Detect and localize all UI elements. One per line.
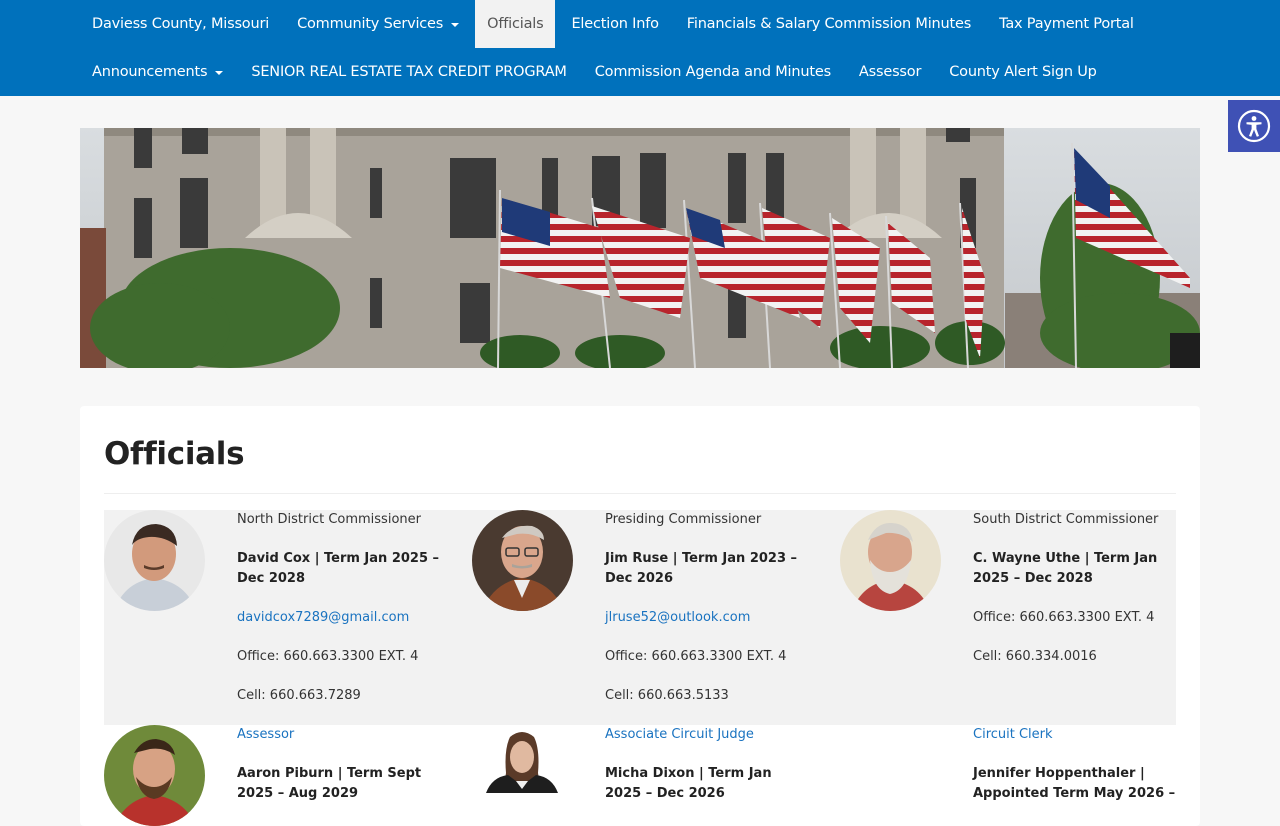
official-role: North District Commissioner xyxy=(237,512,421,527)
avatar xyxy=(840,510,941,611)
official-info: North District Commissioner David Cox | … xyxy=(237,510,442,725)
content-card: Officials North District Commissioner Da… xyxy=(80,406,1200,826)
official-name: Jennifer Hoppenthaler | Appointed Term M… xyxy=(973,766,1176,801)
main-navigation: Daviess County, Missouri Community Servi… xyxy=(0,0,1280,96)
chevron-down-icon xyxy=(215,71,224,75)
title-divider xyxy=(104,493,1176,494)
avatar xyxy=(472,725,573,826)
official-role-link[interactable]: Circuit Clerk xyxy=(973,725,1178,745)
official-info: South District Commissioner C. Wayne Uth… xyxy=(973,510,1178,686)
nav-item-label: Financials & Salary Commission Minutes xyxy=(686,16,972,32)
nav-item-officials[interactable]: Officials xyxy=(475,0,556,48)
nav-item-label: County Alert Sign Up xyxy=(949,64,1097,80)
nav-row-1: Daviess County, Missouri Community Servi… xyxy=(80,0,1146,48)
official-name: David Cox | Term Jan 2025 – Dec 2028 xyxy=(237,551,440,586)
nav-item-home[interactable]: Daviess County, Missouri xyxy=(80,0,281,48)
official-info: Assessor Aaron Piburn | Term Sept 2025 –… xyxy=(237,725,442,823)
nav-item-label: Election Info xyxy=(571,16,659,32)
official-office-phone: Office: 660.663.3300 EXT. 4 xyxy=(605,648,787,664)
nav-item-election-info[interactable]: Election Info xyxy=(555,0,670,48)
nav-item-label: Daviess County, Missouri xyxy=(92,16,270,32)
official-role: Presiding Commissioner xyxy=(605,512,762,527)
nav-item-announcements[interactable]: Announcements xyxy=(80,48,235,96)
nav-item-label: Commission Agenda and Minutes xyxy=(594,64,831,80)
nav-item-community-services[interactable]: Community Services xyxy=(281,0,471,48)
official-role-link[interactable]: Associate Circuit Judge xyxy=(605,725,810,745)
nav-item-financials[interactable]: Financials & Salary Commission Minutes xyxy=(671,0,983,48)
official-name: C. Wayne Uthe | Term Jan 2025 – Dec 2028 xyxy=(973,551,1158,586)
nav-item-label: Announcements xyxy=(92,64,208,80)
nav-row-2: Announcements SENIOR REAL ESTATE TAX CRE… xyxy=(80,48,1109,96)
page-title: Officials xyxy=(104,436,245,472)
official-info: Presiding Commissioner Jim Ruse | Term J… xyxy=(605,510,810,725)
header-banner-image xyxy=(80,128,1200,368)
nav-item-assessor[interactable]: Assessor xyxy=(843,48,933,96)
official-name: Jim Ruse | Term Jan 2023 – Dec 2026 xyxy=(605,551,798,586)
chevron-down-icon xyxy=(451,23,460,27)
nav-item-senior-tax-credit[interactable]: SENIOR REAL ESTATE TAX CREDIT PROGRAM xyxy=(235,48,578,96)
official-name: Aaron Piburn | Term Sept 2025 – Aug 2029 xyxy=(237,766,422,801)
nav-item-label: SENIOR REAL ESTATE TAX CREDIT PROGRAM xyxy=(251,64,567,80)
accessibility-icon xyxy=(1237,109,1271,143)
nav-item-label: Tax Payment Portal xyxy=(999,16,1134,32)
official-info: Associate Circuit Judge Micha Dixon | Te… xyxy=(605,725,810,823)
official-cell-phone: Cell: 660.663.7289 xyxy=(237,687,361,703)
accessibility-button[interactable] xyxy=(1228,100,1280,152)
nav-item-label: Assessor xyxy=(858,64,922,80)
official-role: South District Commissioner xyxy=(973,512,1159,527)
official-email-link[interactable]: davidcox7289@gmail.com xyxy=(237,608,442,628)
nav-item-label: Officials xyxy=(487,16,544,32)
official-office-phone: Office: 660.663.3300 EXT. 4 xyxy=(973,609,1155,625)
official-email-link[interactable]: jlruse52@outlook.com xyxy=(605,608,810,628)
official-info: Circuit Clerk Jennifer Hoppenthaler | Ap… xyxy=(973,725,1178,823)
nav-item-tax-payment-portal[interactable]: Tax Payment Portal xyxy=(983,0,1146,48)
nav-item-commission-agenda[interactable]: Commission Agenda and Minutes xyxy=(579,48,843,96)
nav-item-label: Community Services xyxy=(297,16,444,32)
official-cell-phone: Cell: 660.663.5133 xyxy=(605,687,729,703)
avatar xyxy=(104,725,205,826)
official-office-phone: Office: 660.663.3300 EXT. 4 xyxy=(237,648,419,664)
official-role-link[interactable]: Assessor xyxy=(237,725,442,745)
official-cell-phone: Cell: 660.334.0016 xyxy=(973,648,1097,664)
official-name: Micha Dixon | Term Jan 2025 – Dec 2026 xyxy=(605,766,772,801)
nav-item-county-alert[interactable]: County Alert Sign Up xyxy=(933,48,1108,96)
avatar xyxy=(472,510,573,611)
avatar xyxy=(104,510,205,611)
